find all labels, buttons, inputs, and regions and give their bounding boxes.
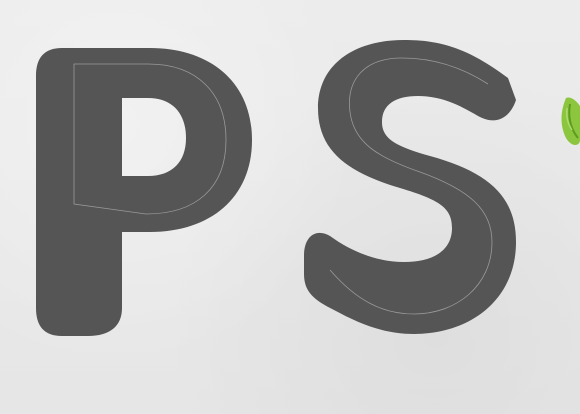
ps-logo: PS P S <box>36 40 580 336</box>
letter-p: P <box>36 48 252 336</box>
background-canvas: PS P S <box>0 0 580 414</box>
letter-s: S <box>304 40 516 334</box>
green-leaf-icon <box>561 97 580 145</box>
